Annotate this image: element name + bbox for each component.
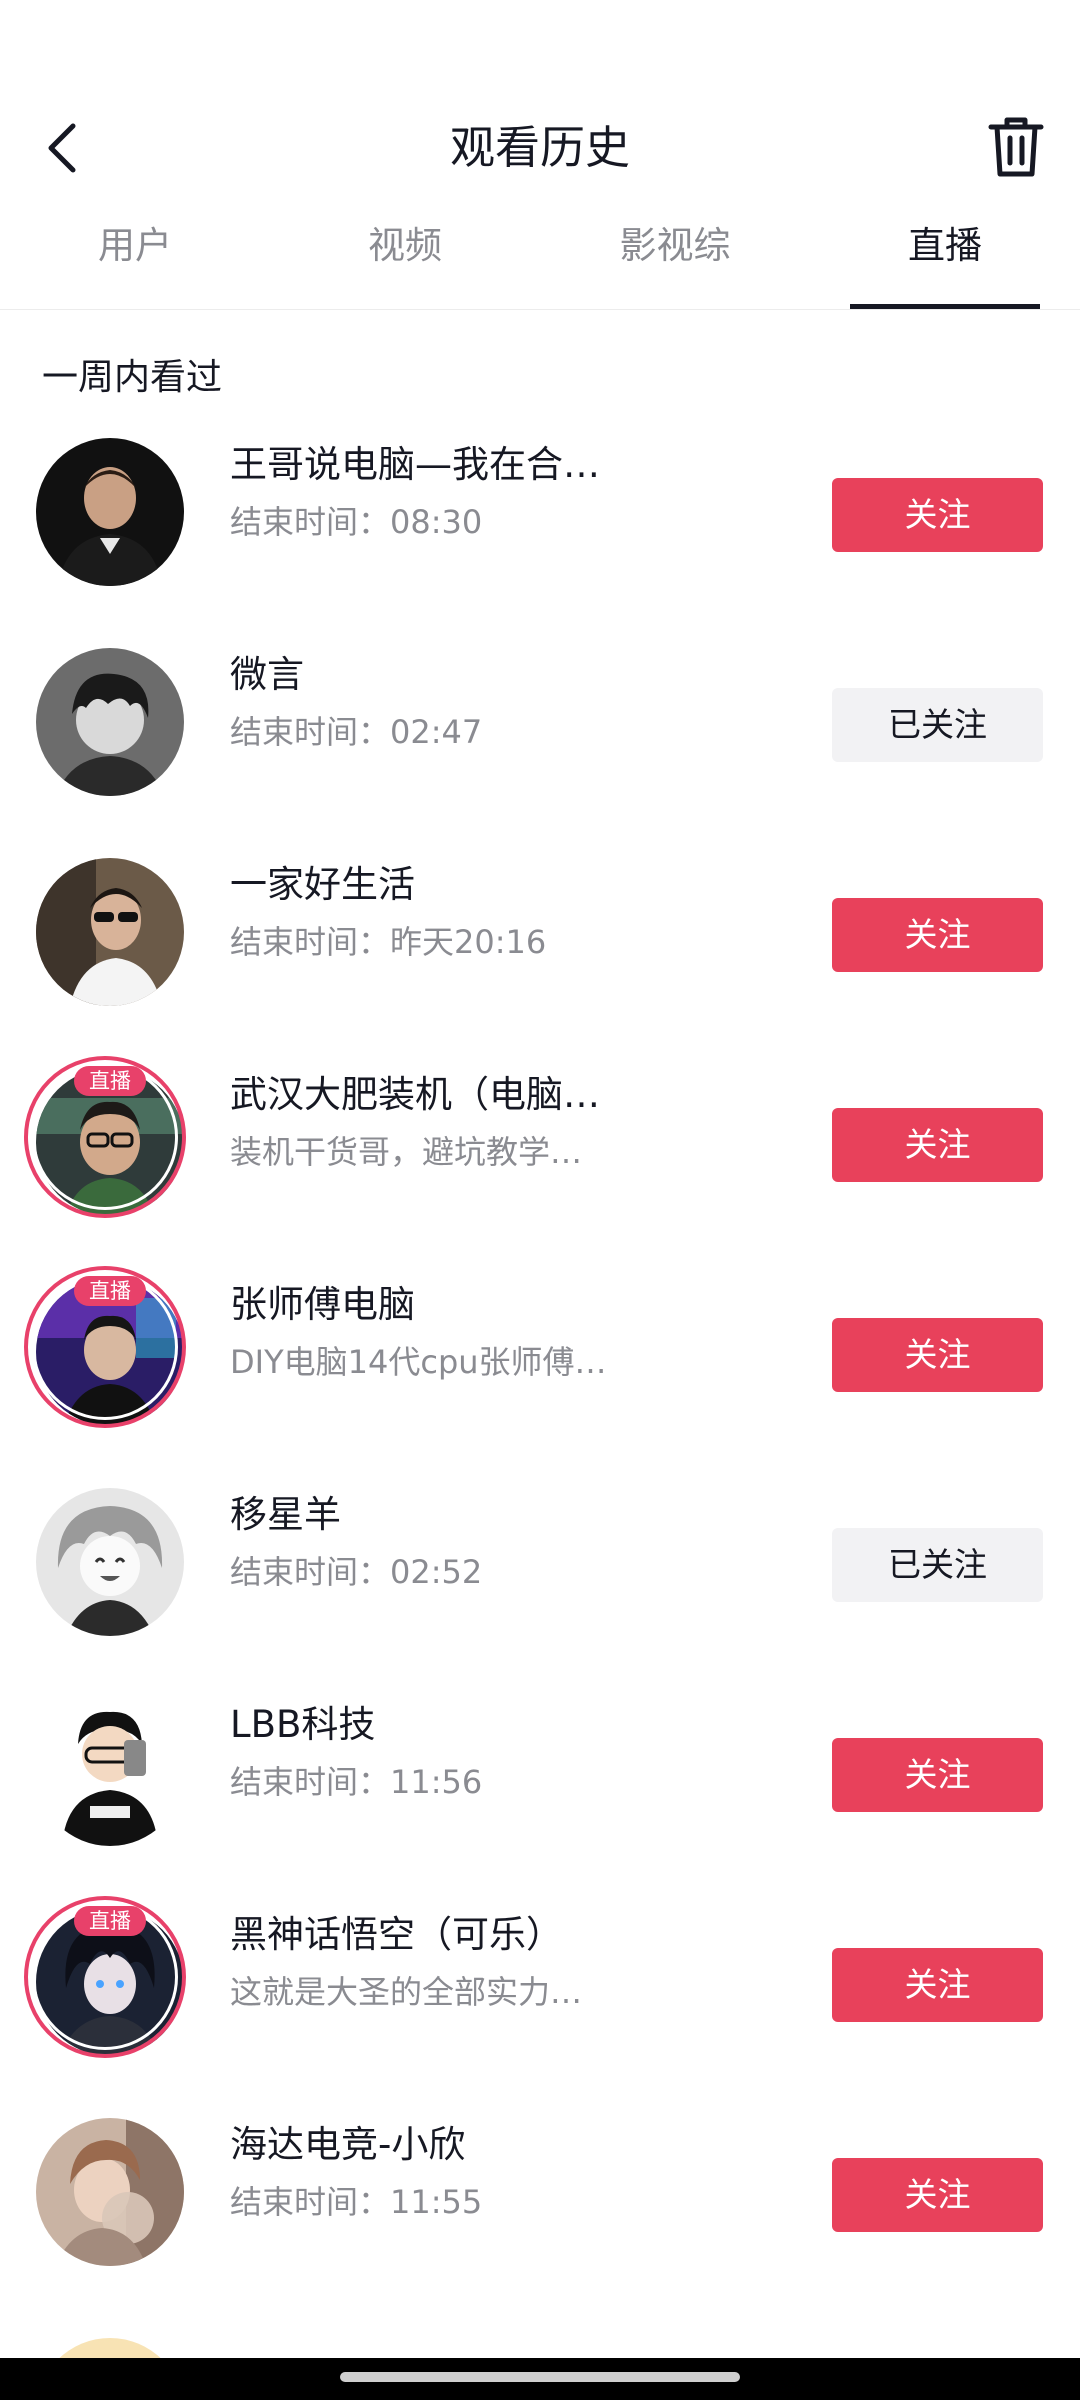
list-item[interactable]: 直播 张师傅电脑 DIY电脑14代cpu张师傅… 关注 <box>0 1258 1080 1468</box>
home-indicator[interactable] <box>340 2372 740 2382</box>
item-text: 张师傅电脑 DIY电脑14代cpu张师傅… <box>230 1278 650 1388</box>
avatar[interactable]: 直播 <box>24 1056 186 1218</box>
follow-button[interactable]: 关注 <box>832 1948 1043 2022</box>
system-navigation-bar <box>0 2358 1080 2400</box>
avatar[interactable]: 直播 <box>24 1266 186 1428</box>
item-name: 一家好生活 <box>230 863 415 906</box>
avatar-image <box>36 438 184 586</box>
section-title: 一周内看过 <box>42 357 223 398</box>
trash-icon <box>988 117 1044 176</box>
item-text: 王哥说电脑—我在合… 结束时间：08:30 <box>230 438 650 548</box>
item-name: LBB科技 <box>230 1703 376 1746</box>
avatar[interactable] <box>36 1488 184 1636</box>
item-subtitle: 结束时间：11:55 <box>230 2183 483 2221</box>
following-button[interactable]: 已关注 <box>832 688 1043 762</box>
live-badge: 直播 <box>74 1906 146 1936</box>
item-text: LBB科技 结束时间：11:56 <box>230 1698 650 1808</box>
item-text: 黑神话悟空（可乐） 这就是大圣的全部实力… <box>230 1908 650 2018</box>
item-name: 王哥说电脑—我在合… <box>230 443 600 486</box>
following-button[interactable]: 已关注 <box>832 1528 1043 1602</box>
item-name: 微言 <box>230 653 304 696</box>
item-text: 一家好生活 结束时间：昨天20:16 <box>230 858 650 968</box>
follow-button[interactable]: 关注 <box>832 2158 1043 2232</box>
item-subtitle: 结束时间：02:52 <box>230 1553 483 1591</box>
list-item[interactable]: 微言 结束时间：02:47 已关注 <box>0 628 1080 838</box>
item-text: 武汉大肥装机（电脑… 装机干货哥，避坑教学… <box>230 1068 650 1178</box>
status-bar-area <box>0 0 1080 100</box>
item-name: 张师傅电脑 <box>230 1283 415 1326</box>
item-subtitle: 结束时间：08:30 <box>230 503 483 541</box>
avatar-image <box>36 858 184 1006</box>
follow-button[interactable]: 关注 <box>832 1108 1043 1182</box>
list-item[interactable]: LBB科技 结束时间：11:56 关注 <box>0 1678 1080 1888</box>
tab-underline <box>850 304 1040 309</box>
back-button[interactable] <box>30 110 96 185</box>
tab-live[interactable]: 直播 <box>810 195 1080 309</box>
list-item[interactable]: 移星羊 结束时间：02:52 已关注 <box>0 1468 1080 1678</box>
avatar-image <box>36 648 184 796</box>
history-list: 王哥说电脑—我在合… 结束时间：08:30 关注 微言 结束时间：02:47 已… <box>0 418 1080 2308</box>
avatar-image <box>36 2118 184 2266</box>
item-subtitle: 结束时间：昨天20:16 <box>230 923 547 961</box>
list-item[interactable]: 直播 武汉大肥装机（电脑… 装机干货哥，避坑教学… 关注 <box>0 1048 1080 1258</box>
item-name: 海达电竞-小欣 <box>230 2123 466 2166</box>
item-name: 武汉大肥装机（电脑… <box>230 1073 600 1116</box>
tab-videos[interactable]: 视频 <box>270 195 540 309</box>
tab-bar: 用户 视频 影视综 直播 <box>0 195 1080 310</box>
clear-history-button[interactable] <box>980 110 1052 185</box>
avatar[interactable] <box>36 1698 184 1846</box>
item-subtitle: 装机干货哥，避坑教学… <box>230 1133 583 1171</box>
follow-button[interactable]: 关注 <box>832 1738 1043 1812</box>
item-subtitle: 结束时间：02:47 <box>230 713 483 751</box>
follow-button[interactable]: 关注 <box>832 898 1043 972</box>
item-name: 移星羊 <box>230 1493 341 1536</box>
chevron-left-icon <box>48 123 76 172</box>
list-item[interactable]: 王哥说电脑—我在合… 结束时间：08:30 关注 <box>0 418 1080 628</box>
list-item[interactable]: 一家好生活 结束时间：昨天20:16 关注 <box>0 838 1080 1048</box>
header: 观看历史 <box>0 100 1080 195</box>
item-subtitle: DIY电脑14代cpu张师傅… <box>230 1343 607 1381</box>
item-name: 黑神话悟空（可乐） <box>230 1913 563 1956</box>
item-subtitle: 结束时间：11:56 <box>230 1763 483 1801</box>
list-item[interactable]: 海达电竞-小欣 结束时间：11:55 关注 <box>0 2098 1080 2308</box>
tab-shows[interactable]: 影视综 <box>540 195 810 309</box>
avatar[interactable] <box>36 2118 184 2266</box>
list-item[interactable]: 直播 黑神话悟空（可乐） 这就是大圣的全部实力… 关注 <box>0 1888 1080 2098</box>
item-text: 海达电竞-小欣 结束时间：11:55 <box>230 2118 650 2228</box>
avatar-image <box>36 1698 184 1846</box>
avatar[interactable] <box>36 438 184 586</box>
item-text: 移星羊 结束时间：02:52 <box>230 1488 650 1598</box>
avatar-image <box>36 1488 184 1636</box>
live-badge: 直播 <box>74 1276 146 1306</box>
avatar[interactable] <box>36 858 184 1006</box>
item-subtitle: 这就是大圣的全部实力… <box>230 1973 583 2011</box>
follow-button[interactable]: 关注 <box>832 1318 1043 1392</box>
page-title: 观看历史 <box>449 121 630 174</box>
avatar[interactable] <box>36 648 184 796</box>
item-text: 微言 结束时间：02:47 <box>230 648 650 758</box>
tab-users[interactable]: 用户 <box>0 195 270 309</box>
avatar[interactable]: 直播 <box>24 1896 186 2058</box>
live-badge: 直播 <box>74 1066 146 1096</box>
follow-button[interactable]: 关注 <box>832 478 1043 552</box>
